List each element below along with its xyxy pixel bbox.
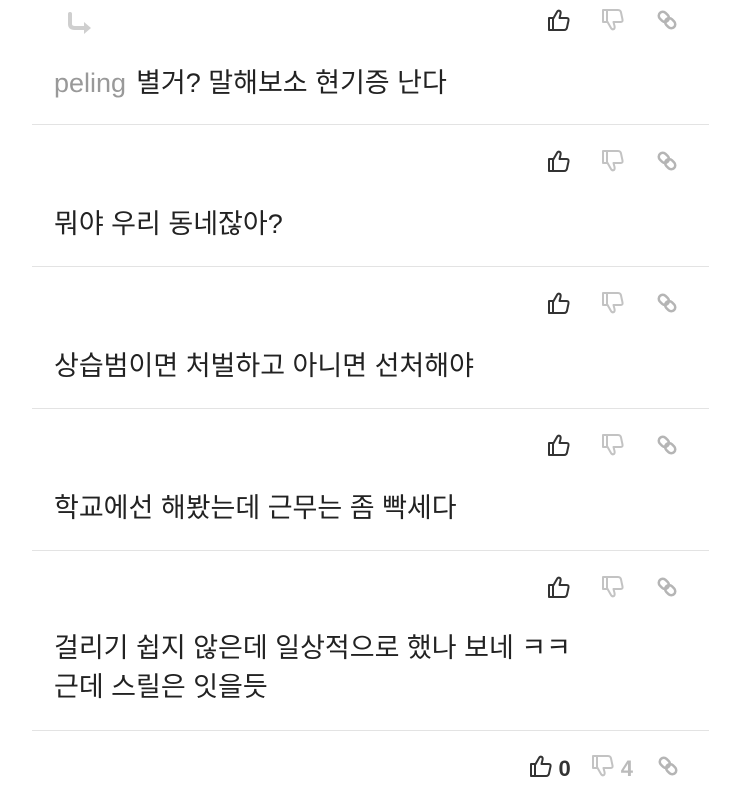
thumbs-down-icon: [601, 575, 625, 599]
comment-username[interactable]: peling: [54, 68, 126, 98]
downvote-button[interactable]: [599, 431, 627, 459]
upvote-count: 0: [558, 756, 571, 781]
comment-reply: peling 별거? 말해보소 현기증 난다: [32, 0, 709, 125]
thumbs-down-icon: [601, 291, 625, 315]
comment: 뭐야 우리 동네잖아?: [32, 125, 709, 267]
comment: 학교에선 해봤는데 근무는 좀 빡세다: [32, 409, 709, 551]
downvote-count: 4: [620, 756, 633, 781]
upvote-button[interactable]: [545, 289, 573, 317]
thumbs-down-icon: [591, 754, 615, 784]
permalink-button[interactable]: [653, 289, 681, 317]
thumbs-up-icon: [547, 149, 571, 173]
permalink-button[interactable]: [653, 6, 681, 34]
link-icon: [654, 7, 680, 33]
post-permalink-button[interactable]: [655, 753, 681, 785]
upvote-button[interactable]: [545, 431, 573, 459]
thumbs-down-icon: [601, 433, 625, 457]
comment-text: 별거? 말해보소 현기증 난다: [136, 68, 447, 98]
comment-text: 걸리기 쉽지 않은데 일상적으로 했나 보네 ㅋㅋ: [54, 633, 571, 663]
upvote-button[interactable]: [545, 573, 573, 601]
comment-body: peling 별거? 말해보소 현기증 난다: [54, 64, 447, 103]
comment-text: 뭐야 우리 동네잖아?: [54, 209, 283, 239]
reply-arrow-icon: [66, 12, 94, 43]
upvote-button[interactable]: [545, 6, 573, 34]
link-icon: [654, 432, 680, 458]
link-icon: [654, 148, 680, 174]
comment-text: 근데 스릴은 잇을듯: [54, 672, 268, 702]
permalink-button[interactable]: [653, 431, 681, 459]
permalink-button[interactable]: [653, 147, 681, 175]
thumbs-up-icon: [529, 754, 553, 784]
downvote-button[interactable]: [599, 289, 627, 317]
permalink-button[interactable]: [653, 573, 681, 601]
downvote-button[interactable]: [599, 573, 627, 601]
thumbs-down-icon: [601, 8, 625, 32]
thumbs-down-icon: [601, 149, 625, 173]
link-icon: [654, 574, 680, 600]
link-icon: [654, 290, 680, 316]
upvote-button[interactable]: [545, 147, 573, 175]
comment: 걸리기 쉽지 않은데 일상적으로 했나 보네 ㅋㅋ 근데 스릴은 잇을듯: [32, 551, 709, 731]
thumbs-up-icon: [547, 8, 571, 32]
comment-text: 상습범이면 처벌하고 아니면 선처해야: [54, 351, 474, 381]
downvote-button[interactable]: [599, 6, 627, 34]
comment: 상습범이면 처벌하고 아니면 선처해야: [32, 267, 709, 409]
link-icon: [655, 753, 681, 785]
comment-text: 학교에선 해봤는데 근무는 좀 빡세다: [54, 493, 457, 523]
thumbs-up-icon: [547, 291, 571, 315]
thumbs-up-icon: [547, 575, 571, 599]
post-vote-bar: 0 4: [32, 731, 709, 801]
post-upvote-button[interactable]: 0: [529, 754, 571, 784]
thumbs-up-icon: [547, 433, 571, 457]
downvote-button[interactable]: [599, 147, 627, 175]
post-downvote-button[interactable]: 4: [591, 754, 633, 784]
